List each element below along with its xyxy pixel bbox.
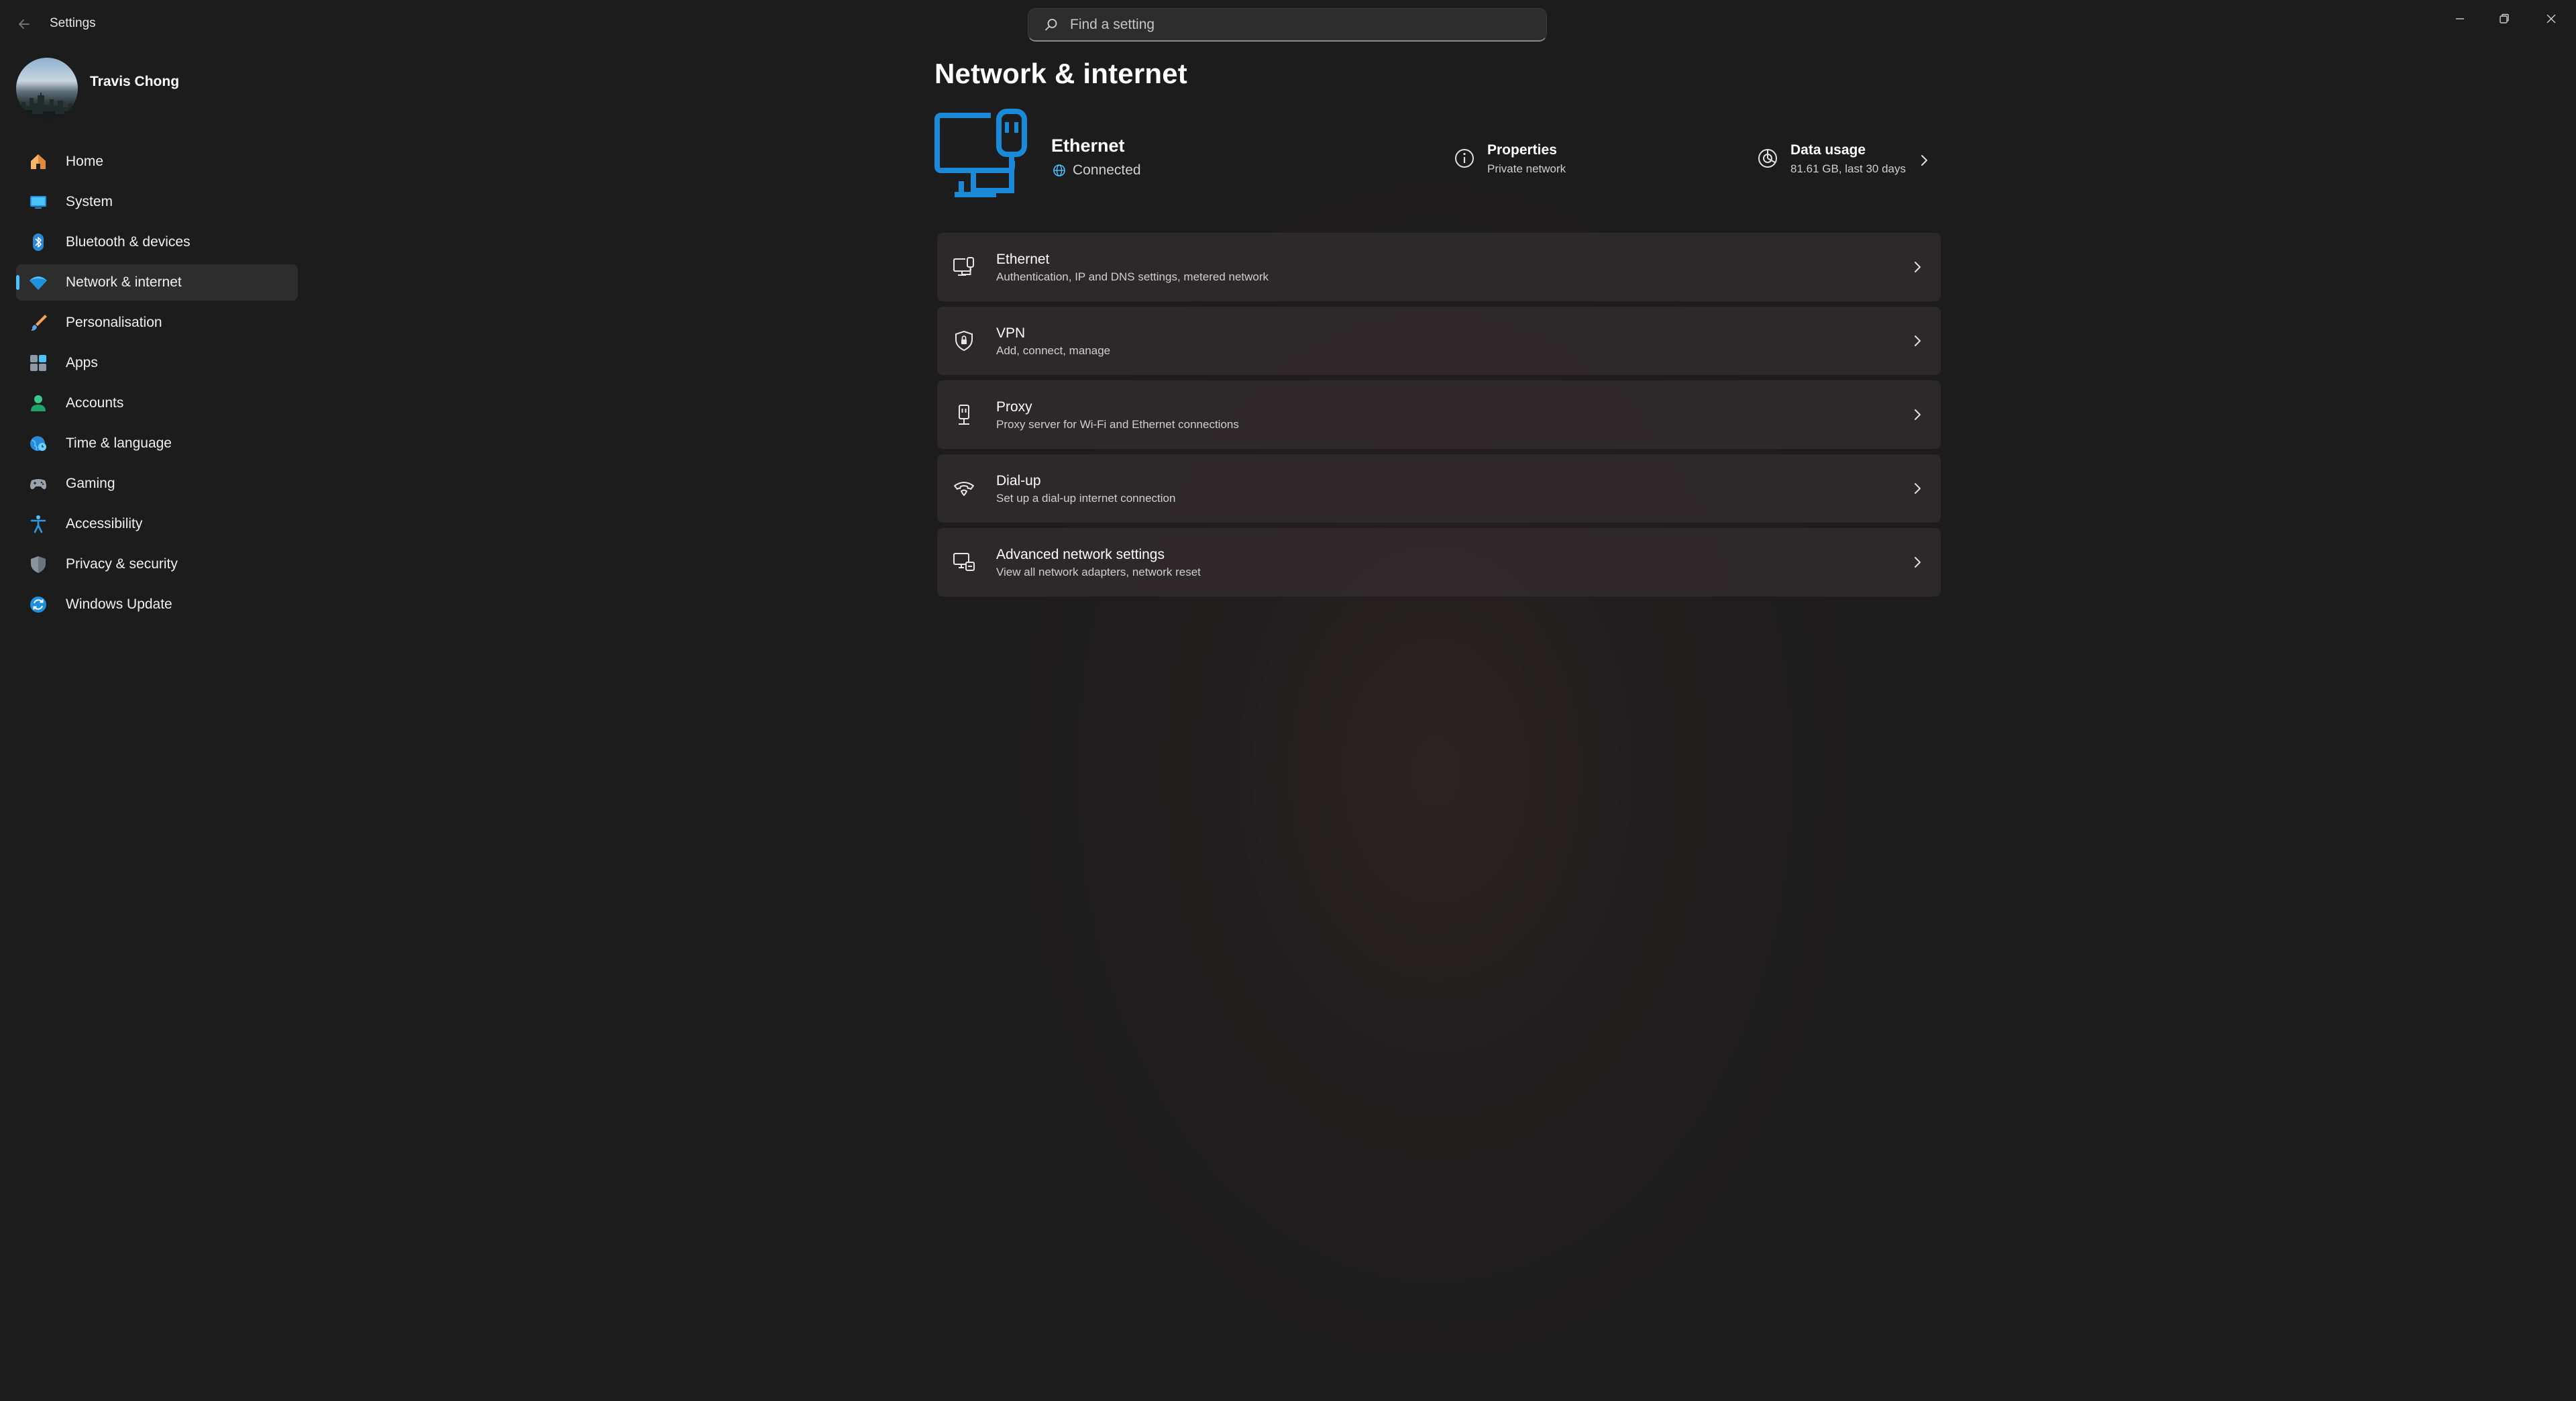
search-input[interactable] <box>1069 15 1525 34</box>
update-icon <box>27 593 50 616</box>
card-title: Advanced network settings <box>996 547 1165 562</box>
sidebar-item-privacy-security[interactable]: Privacy & security <box>16 546 298 582</box>
properties-button[interactable]: Properties Private network <box>1451 142 1566 176</box>
search-icon <box>1042 15 1061 34</box>
back-button[interactable] <box>13 13 35 35</box>
settings-list: Ethernet Authentication, IP and DNS sett… <box>937 233 1941 602</box>
properties-title: Properties <box>1487 142 1557 158</box>
vpn-card[interactable]: VPN Add, connect, manage <box>937 307 1941 375</box>
globe-icon <box>1053 164 1065 176</box>
shield-icon <box>27 553 50 576</box>
brush-icon <box>27 311 50 334</box>
profile-name: Travis Chong <box>90 74 180 89</box>
chevron-right-icon <box>1915 262 1921 272</box>
sidebar-item-accounts[interactable]: Accounts <box>16 385 298 421</box>
sidebar-item-label: Privacy & security <box>66 556 178 572</box>
sidebar-item-home[interactable]: Home <box>16 144 298 180</box>
data-usage-button[interactable]: Data usage 81.61 GB, last 30 days <box>1754 142 1906 176</box>
search-box[interactable] <box>1028 8 1547 42</box>
chevron-right-icon <box>1915 335 1921 346</box>
restore-icon <box>2500 13 2509 23</box>
home-icon <box>27 150 50 173</box>
avatar <box>16 58 78 119</box>
card-subtitle: Set up a dial-up internet connection <box>996 492 1176 505</box>
sidebar-item-accessibility[interactable]: Accessibility <box>16 506 298 542</box>
sidebar-item-label: Apps <box>66 355 98 370</box>
data-usage-icon <box>1758 149 1777 168</box>
info-icon <box>1455 149 1474 168</box>
accessibility-icon <box>27 513 50 535</box>
properties-subtitle: Private network <box>1487 162 1566 175</box>
card-title: Proxy <box>996 399 1032 415</box>
vpn-shield-icon <box>955 330 973 352</box>
advanced-network-icon <box>953 553 975 571</box>
avatar-skyline-image <box>16 93 78 119</box>
advanced-network-settings-card[interactable]: Advanced network settings View all netwo… <box>937 528 1941 596</box>
minimize-icon <box>2456 18 2464 19</box>
title-bar: Settings <box>0 0 2576 48</box>
chevron-right-icon <box>1915 557 1921 568</box>
card-subtitle: Authentication, IP and DNS settings, met… <box>996 270 1269 283</box>
ethernet-card[interactable]: Ethernet Authentication, IP and DNS sett… <box>937 233 1941 301</box>
sidebar-item-bluetooth[interactable]: Bluetooth & devices <box>16 224 298 260</box>
connection-status-text: Connected <box>1073 162 1141 178</box>
sidebar-item-gaming[interactable]: Gaming <box>16 466 298 502</box>
minimize-button[interactable] <box>2436 4 2483 34</box>
chevron-right-icon <box>1915 483 1921 494</box>
sidebar-item-apps[interactable]: Apps <box>16 345 298 381</box>
card-subtitle: Proxy server for Wi-Fi and Ethernet conn… <box>996 418 1239 431</box>
connection-summary: Ethernet Connected Properties Private ne… <box>934 109 1941 209</box>
globe-clock-icon <box>27 432 50 455</box>
card-subtitle: Add, connect, manage <box>996 344 1111 357</box>
close-button[interactable] <box>2528 4 2575 34</box>
card-title: Ethernet <box>996 252 1050 267</box>
data-usage-title: Data usage <box>1790 142 1866 158</box>
sidebar-item-label: Accounts <box>66 395 124 411</box>
ethernet-icon <box>953 257 974 276</box>
sidebar-nav: Home System Bluetooth & devices Network … <box>16 144 298 627</box>
connection-status: Connected <box>1053 162 1141 178</box>
sidebar-item-label: Windows Update <box>66 596 172 612</box>
bluetooth-icon <box>27 231 50 254</box>
proxy-card[interactable]: Proxy Proxy server for Wi-Fi and Etherne… <box>937 380 1941 449</box>
card-title: Dial-up <box>996 473 1041 488</box>
sidebar-item-system[interactable]: System <box>16 184 298 220</box>
system-icon <box>27 191 50 213</box>
user-profile[interactable]: Travis Chong <box>16 58 298 119</box>
back-arrow-icon <box>19 19 30 29</box>
sidebar-item-label: Network & internet <box>66 274 182 290</box>
sidebar-item-label: Gaming <box>66 476 115 491</box>
dial-up-card[interactable]: Dial-up Set up a dial-up internet connec… <box>937 454 1941 523</box>
settings-window: Settings Find a setting Travis Chong Hom… <box>0 0 2576 1401</box>
sidebar-item-label: Time & language <box>66 435 172 451</box>
sidebar-item-label: Accessibility <box>66 516 143 531</box>
connection-name: Ethernet <box>1051 136 1125 156</box>
network-icon <box>27 271 50 294</box>
page-title: Network & internet <box>934 58 1187 89</box>
ethernet-monitor-icon <box>934 109 1027 197</box>
apps-icon <box>27 352 50 374</box>
sidebar-item-label: System <box>66 194 113 209</box>
accounts-icon <box>27 392 50 415</box>
dialup-icon <box>954 482 974 497</box>
app-title: Settings <box>50 16 96 30</box>
sidebar-item-label: Bluetooth & devices <box>66 234 191 250</box>
sidebar-item-network[interactable]: Network & internet <box>16 264 298 301</box>
card-subtitle: View all network adapters, network reset <box>996 566 1201 578</box>
sidebar-item-label: Home <box>66 154 104 169</box>
proxy-icon <box>959 405 969 425</box>
restore-button[interactable] <box>2481 4 2528 34</box>
data-usage-subtitle: 81.61 GB, last 30 days <box>1790 162 1906 175</box>
sidebar-item-personalisation[interactable]: Personalisation <box>16 305 298 341</box>
sidebar-item-label: Personalisation <box>66 315 162 330</box>
gamepad-icon <box>27 472 50 495</box>
sidebar-item-windows-update[interactable]: Windows Update <box>16 586 298 623</box>
sidebar-item-time-language[interactable]: Time & language <box>16 425 298 462</box>
chevron-right-icon[interactable] <box>1915 152 1933 169</box>
chevron-right-icon <box>1915 409 1921 420</box>
card-title: VPN <box>996 325 1026 341</box>
close-icon <box>2546 14 2556 23</box>
